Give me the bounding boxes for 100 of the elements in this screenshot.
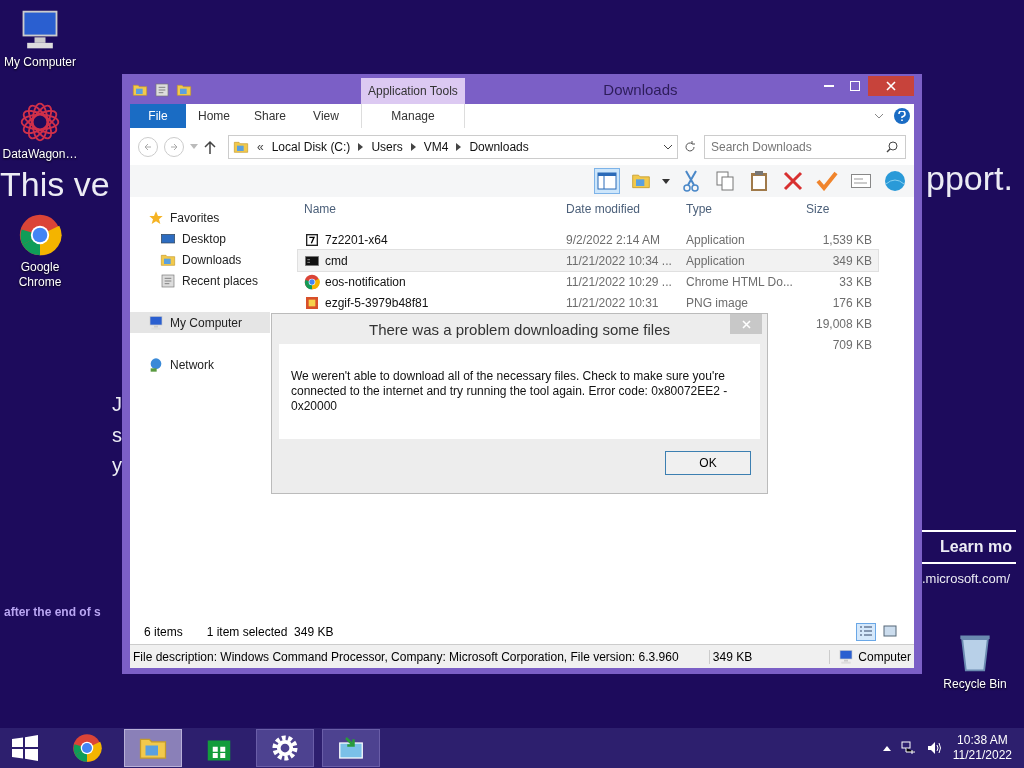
- column-header[interactable]: Type: [680, 202, 800, 216]
- file-type: Chrome HTML Do...: [686, 274, 793, 289]
- search-field[interactable]: Search Downloads: [704, 134, 906, 159]
- file-type: PNG image: [686, 295, 749, 310]
- dialog-title: There was a problem downloading some files: [368, 320, 671, 338]
- desktop-icon-label[interactable]: My Computer: [4, 55, 76, 70]
- network-icon: [148, 356, 164, 373]
- breadcrumb[interactable]: VM4: [423, 139, 449, 154]
- arrow-left-icon: [143, 141, 153, 152]
- file-size: 33 KB: [839, 274, 872, 289]
- file-type: Application: [686, 232, 745, 247]
- chrome-icon: [18, 213, 62, 257]
- address-bar[interactable]: « Local Disk (C:) Users VM4 Downloads: [228, 134, 678, 159]
- computer-icon: [148, 314, 164, 331]
- layout-pane-button[interactable]: [594, 168, 620, 194]
- minimize-icon: [824, 85, 834, 87]
- close-icon: [741, 319, 751, 329]
- background-text: .microsoft.com/: [922, 572, 1011, 587]
- recent-places-icon: [154, 82, 170, 98]
- file-name[interactable]: eos-notification: [325, 274, 406, 289]
- gear-icon: [270, 733, 300, 763]
- desktop-icon-label[interactable]: DataWagon…: [2, 147, 78, 162]
- file-size: 349 KB: [709, 649, 831, 664]
- windows-logo-icon: [12, 735, 38, 761]
- column-header[interactable]: Name: [298, 202, 560, 216]
- taskbar-app-button[interactable]: [256, 729, 314, 767]
- nav-item[interactable]: Network: [130, 354, 290, 375]
- file-name[interactable]: 7z2201-x64: [325, 232, 388, 247]
- ok-button[interactable]: OK: [665, 451, 751, 475]
- globe-button[interactable]: [882, 168, 908, 194]
- ribbon-tab[interactable]: Manage: [361, 104, 465, 128]
- background-text: y: [112, 454, 122, 476]
- up-arrow-icon[interactable]: [204, 139, 216, 154]
- file-type: Application: [686, 253, 745, 268]
- nav-item[interactable]: My Computer: [130, 312, 270, 333]
- network-icon[interactable]: [900, 741, 917, 755]
- recent-places-icon: [160, 272, 176, 289]
- file-size: 349 KB: [832, 253, 872, 268]
- breadcrumb[interactable]: Users: [371, 139, 403, 154]
- folder-icon: [176, 82, 192, 98]
- location-label: Computer: [858, 649, 911, 664]
- selected-file-row[interactable]: cmd 11/21/2022 10:34 ... Application 349 KB: [298, 250, 878, 271]
- selection-info: 1 item selected 349 KB: [206, 625, 334, 639]
- nav-item[interactable]: Downloads: [130, 249, 290, 270]
- folder-icon: [132, 82, 148, 98]
- refresh-icon[interactable]: [684, 140, 696, 153]
- date-modified: 11/21/2022 10:31: [566, 295, 659, 310]
- date-modified: 11/21/2022 10:29 ...: [566, 274, 672, 289]
- nav-item[interactable]: Desktop: [130, 228, 290, 249]
- arrow-right-icon: [169, 141, 179, 152]
- starburst-icon: [18, 100, 62, 144]
- column-header[interactable]: Date modified: [560, 202, 680, 216]
- background-text: pport.: [926, 160, 1013, 198]
- computer-icon: [838, 648, 855, 665]
- item-count: 6 items: [144, 625, 183, 639]
- nav-item[interactable]: Recent places: [130, 270, 290, 291]
- background-text: after the end of s: [4, 606, 101, 620]
- breadcrumb-separator-icon[interactable]: [358, 142, 364, 151]
- overflow-chevron[interactable]: «: [257, 139, 264, 154]
- star-icon: [148, 209, 164, 226]
- context-tab-header: Application Tools: [361, 78, 465, 104]
- ribbon-tab[interactable]: File: [130, 104, 186, 128]
- desktop-icon-label[interactable]: Google Chrome: [0, 260, 80, 290]
- close-button[interactable]: [868, 76, 914, 96]
- picture-view-icon: [883, 624, 897, 637]
- file-size: 1,539 KB: [822, 232, 872, 247]
- help-icon[interactable]: [894, 108, 910, 124]
- list-view-icon: [859, 624, 873, 637]
- maximize-icon: [850, 81, 860, 91]
- file-name[interactable]: cmd: [325, 253, 348, 268]
- chevron-down-icon[interactable]: [663, 143, 673, 150]
- desktop-icon-label[interactable]: Recycle Bin: [943, 677, 1007, 692]
- file-name[interactable]: ezgif-5-3979b48f81: [325, 295, 429, 310]
- date-modified: 11/21/2022 10:34 ...: [566, 253, 672, 268]
- date-modified: 9/2/2022 2:14 AM: [566, 232, 661, 247]
- error-message: We weren't able to download all of the necessary files. Check to make sure you're connected to the internet and try running the tool again. Error code: 0x80072EE2 - 0x20000: [291, 369, 729, 414]
- archive-app-icon: [304, 231, 320, 248]
- breadcrumb[interactable]: Local Disk (C:): [271, 139, 351, 154]
- close-icon: [886, 81, 896, 91]
- breadcrumb-separator-icon[interactable]: [410, 142, 416, 151]
- background-text: J: [112, 393, 122, 415]
- column-header[interactable]: Size: [800, 202, 878, 216]
- show-hidden-icons-button[interactable]: [882, 745, 891, 751]
- volume-icon[interactable]: [926, 741, 943, 755]
- file-size: 709 KB: [832, 337, 872, 352]
- clock-time[interactable]: 10:38 AM: [957, 733, 1008, 748]
- file-size: 176 KB: [832, 295, 872, 310]
- window-title: Downloads: [602, 81, 679, 100]
- caret-icon[interactable]: [662, 178, 670, 184]
- file-size: 19,008 KB: [815, 316, 872, 331]
- background-text: This ve: [0, 166, 110, 204]
- image-file-icon: [304, 294, 320, 311]
- chrome-icon: [72, 733, 102, 763]
- breadcrumb[interactable]: Downloads: [469, 139, 529, 154]
- taskbar-app-button[interactable]: [322, 729, 380, 767]
- file-description: File description: Windows Command Processor, Company: Microsoft Corporation, File version: 6.3.960: [130, 649, 710, 664]
- breadcrumb-separator-icon[interactable]: [456, 142, 462, 151]
- chrome-icon: [304, 273, 320, 290]
- clock-date[interactable]: 11/21/2022: [952, 748, 1012, 763]
- nav-item[interactable]: Favorites: [130, 207, 290, 228]
